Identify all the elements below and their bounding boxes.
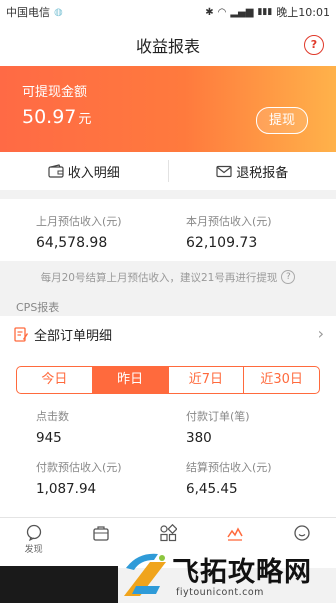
signal-icon: ▂▄▆ — [230, 6, 254, 18]
settlement-note: 每月20号结算上月预估收入，建议21号再进行提现 ? — [0, 261, 336, 293]
watermark-text: 飞拓攻略网 — [172, 557, 312, 588]
watermark-logo-icon — [124, 553, 166, 596]
clicks-label: 点击数 — [36, 410, 69, 423]
wallet-icon — [48, 164, 64, 178]
status-time: 晚上10:01 — [276, 6, 330, 19]
order-list-icon — [14, 326, 28, 342]
tab-last-7-days[interactable]: 近7日 — [167, 367, 244, 393]
settle-income-label: 结算预估收入(元) — [186, 461, 272, 474]
line-chart-icon — [227, 527, 243, 541]
paid-orders-label: 付款订单(笔) — [186, 410, 250, 423]
battery-icon: ▮▮▮ — [257, 7, 273, 17]
this-month-label: 本月预估收入(元) — [186, 215, 272, 228]
data-saver-icon: ◍ — [54, 6, 63, 18]
chevron-right-icon: › — [317, 324, 324, 343]
all-orders-row[interactable]: 全部订单明细 › — [0, 316, 336, 352]
page-title: 收益报表 — [135, 37, 200, 56]
discover-icon — [26, 524, 41, 542]
this-month-value: 62,109.73 — [186, 235, 258, 251]
tab-today[interactable]: 今日 — [17, 367, 92, 393]
balance-label: 可提现金额 — [22, 85, 88, 100]
apps-grid-icon — [160, 524, 177, 542]
envelope-icon — [216, 165, 232, 177]
watermark-domain: fiytounicont.com — [176, 587, 264, 598]
period-tabs: 今日 昨日 近7日 近30日 — [16, 366, 320, 394]
income-detail-label: 收入明细 — [67, 165, 120, 181]
paid-orders-metric: 付款订单(笔) 380 — [186, 408, 250, 446]
last-month-label: 上月预估收入(元) — [36, 215, 122, 228]
paid-orders-value: 380 — [186, 430, 212, 446]
tax-report-button[interactable]: 退税报备 — [169, 162, 336, 181]
smiley-face-icon — [294, 525, 311, 541]
settlement-note-text: 每月20号结算上月预估收入，建议21号再进行提现 — [40, 271, 278, 284]
navigation-bar: 收益报表 ? — [0, 24, 336, 66]
cps-section-title: CPS报表 — [16, 301, 60, 314]
paid-income-metric: 付款预估收入(元) 1,087.94 — [36, 459, 122, 497]
help-icon[interactable]: ? — [304, 35, 324, 55]
tab-yesterday[interactable]: 昨日 — [91, 367, 168, 393]
watermark: 飞拓攻略网 fiytounicont.com — [0, 548, 336, 603]
this-month-estimate: 本月预估收入(元) 62,109.73 — [186, 213, 272, 251]
actions-row: 收入明细 退税报备 — [0, 152, 336, 190]
tab-last-30-days[interactable]: 近30日 — [243, 367, 319, 393]
briefcase-icon — [93, 526, 109, 541]
balance-card: 可提现金额 50.97 元 提现 — [0, 66, 336, 152]
stats-panel: 今日 昨日 近7日 近30日 点击数 945 付款订单(笔) 380 付款预估收… — [0, 352, 336, 517]
settle-income-value: 6,45.45 — [186, 481, 238, 497]
clicks-value: 945 — [36, 430, 62, 446]
question-icon[interactable]: ? — [281, 270, 296, 284]
settle-income-metric: 结算预估收入(元) 6,45.45 — [186, 459, 272, 497]
wifi-icon: ◠ — [217, 6, 227, 18]
estimate-panel: 上月预估收入(元) 64,578.98 本月预估收入(元) 62,109.73 — [0, 199, 336, 261]
last-month-estimate: 上月预估收入(元) 64,578.98 — [36, 213, 122, 251]
paid-income-label: 付款预估收入(元) — [36, 461, 122, 474]
all-orders-label: 全部订单明细 — [34, 328, 113, 344]
watermark-black-block — [0, 566, 118, 603]
carrier-label: 中国电信 — [6, 6, 50, 19]
bluetooth-icon: ✱ — [205, 6, 214, 18]
tax-report-label: 退税报备 — [236, 165, 289, 181]
balance-value: 50.97 — [22, 106, 77, 128]
withdraw-button[interactable]: 提现 — [256, 107, 308, 134]
status-bar: 中国电信 ◍ ✱ ◠ ▂▄▆ ▮▮▮ 晚上10:01 — [0, 0, 336, 24]
last-month-value: 64,578.98 — [36, 235, 108, 251]
balance-unit: 元 — [78, 112, 92, 127]
clicks-metric: 点击数 945 — [36, 408, 69, 446]
paid-income-value: 1,087.94 — [36, 481, 97, 497]
balance-amount: 50.97 元 — [22, 106, 91, 128]
income-detail-button[interactable]: 收入明细 — [0, 162, 168, 181]
